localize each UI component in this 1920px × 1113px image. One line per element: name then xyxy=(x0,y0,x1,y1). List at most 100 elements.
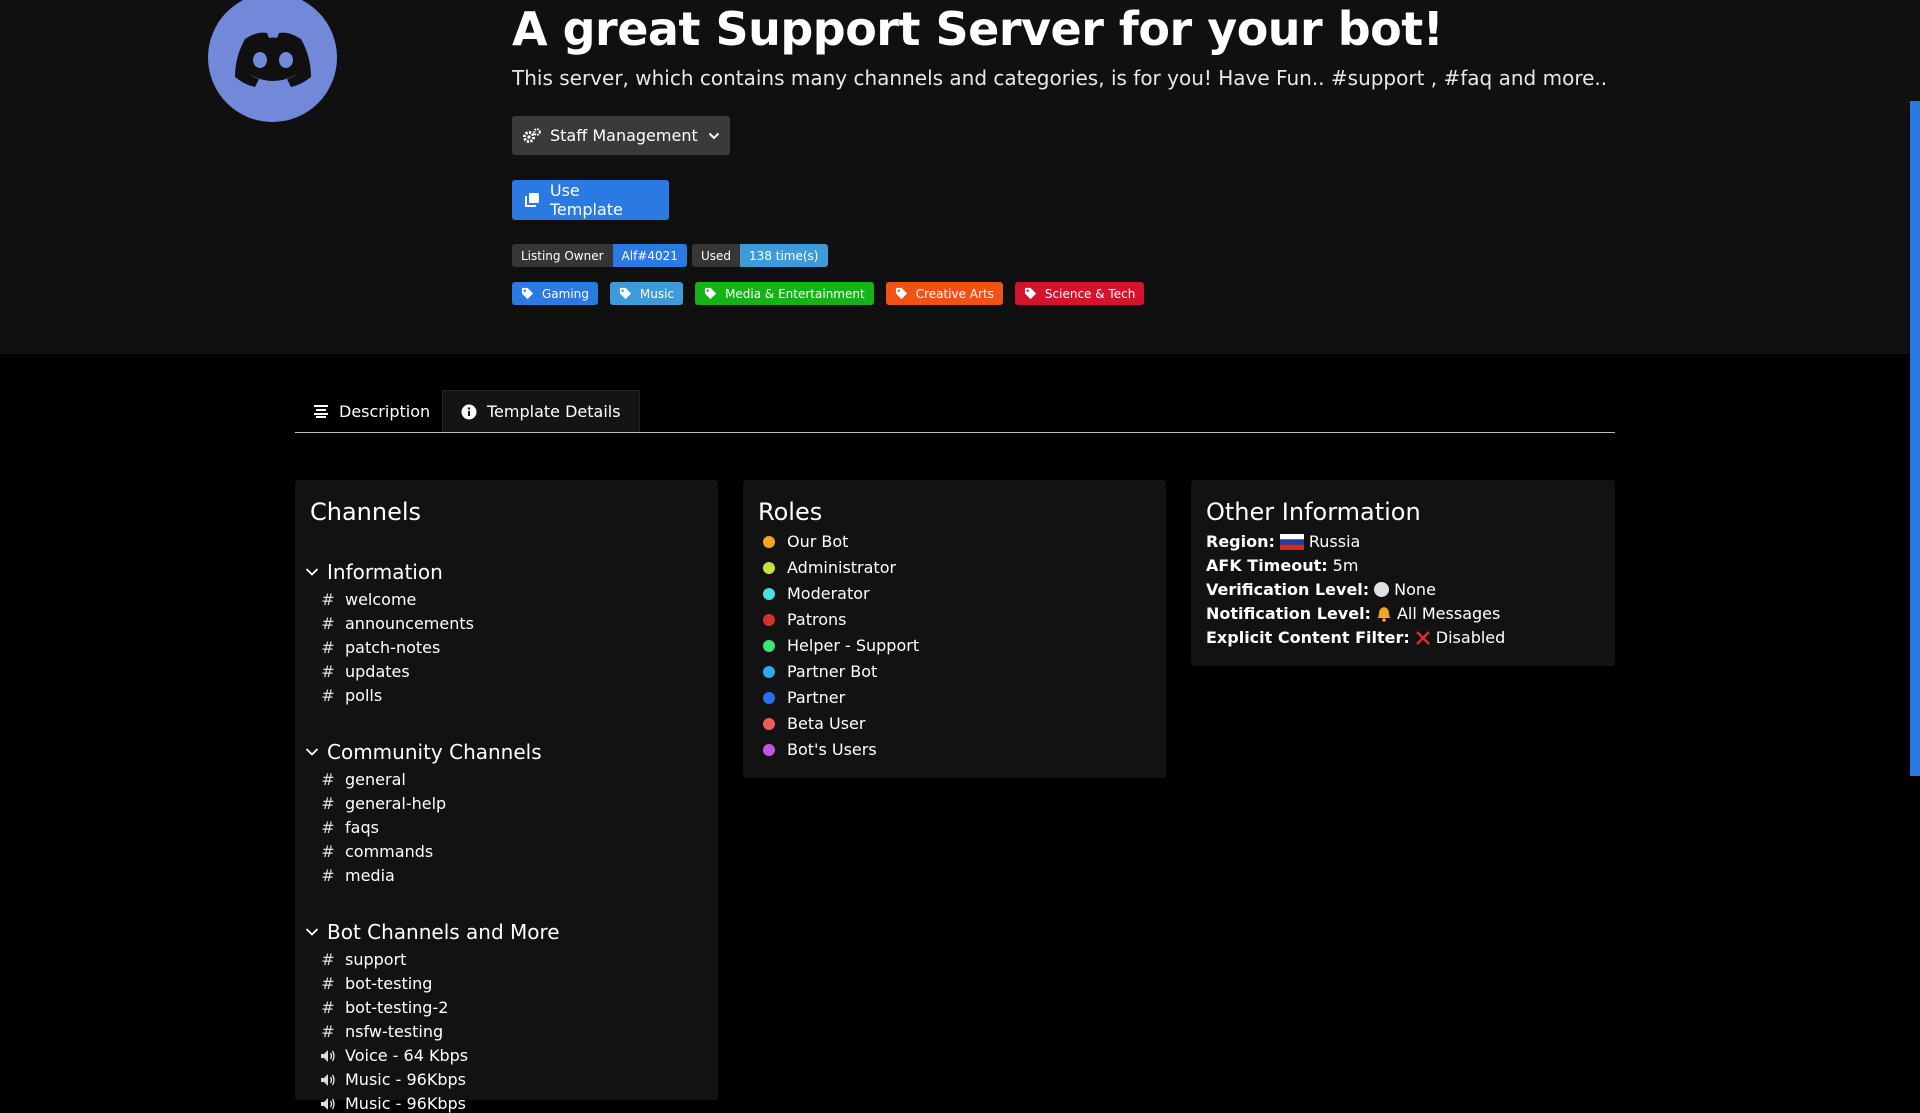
hash-icon: # xyxy=(321,974,335,993)
tab-template-details[interactable]: Template Details xyxy=(442,390,640,432)
use-template-label: Use Template xyxy=(549,181,623,219)
dropdown-label: Staff Management xyxy=(550,126,698,145)
listing-owner-badge: Listing Owner Alf#4021 xyxy=(512,244,687,267)
tab-bar: Description Template Details xyxy=(295,390,1615,433)
channel-name: commands xyxy=(345,842,434,861)
channel-name: Music - 96Kbps xyxy=(345,1070,466,1089)
channel-category[interactable]: Bot Channels and More xyxy=(305,920,560,944)
role-color-dot xyxy=(763,717,775,730)
role-name: Helper - Support xyxy=(787,636,920,655)
scrollbar-thumb[interactable] xyxy=(1910,101,1920,776)
channel-name: bot-testing xyxy=(345,974,433,993)
channel-name: welcome xyxy=(345,590,417,609)
tag-label: Gaming xyxy=(542,286,589,301)
cross-mark-icon xyxy=(1415,630,1430,645)
page-title: A great Support Server for your bot! xyxy=(512,2,1444,56)
roles-card: Roles Our Bot Administrator Moderator Patro… xyxy=(743,480,1166,778)
verification-row: Verification Level: None xyxy=(1206,580,1436,599)
channel-name: announcements xyxy=(345,614,474,633)
hero-section: A great Support Server for your bot! Thi… xyxy=(0,0,1920,354)
staff-management-dropdown[interactable]: Staff Management xyxy=(512,116,730,155)
channels-card: Channels Information # welcome # announcemen… xyxy=(295,480,718,1113)
tag-label: Music xyxy=(639,286,675,301)
used-count-badge: Used 138 time(s) xyxy=(692,244,828,267)
tag-badge[interactable]: Creative Arts xyxy=(885,282,1003,305)
tag-badge[interactable]: Gaming xyxy=(512,282,598,305)
channel-item: # patch-notes xyxy=(319,638,440,657)
channel-item: # updates xyxy=(319,662,410,681)
tag-badge[interactable]: Science & Tech xyxy=(1014,282,1145,305)
role-name: Beta User xyxy=(787,714,866,733)
content-filter-value: Disabled xyxy=(1435,628,1506,647)
tag-icon xyxy=(704,287,717,300)
tag-label: Creative Arts xyxy=(915,286,994,301)
channel-item: # welcome xyxy=(319,590,416,609)
tab-template-details-label: Template Details xyxy=(487,402,621,421)
role-name: Our Bot xyxy=(787,532,849,551)
channel-item: # faqs xyxy=(319,818,379,837)
tab-description-label: Description xyxy=(339,401,431,421)
tag-badge[interactable]: Media & Entertainment xyxy=(695,282,874,305)
used-value: 138 time(s) xyxy=(740,244,828,267)
verification-label: Verification Level: xyxy=(1206,580,1370,599)
role-color-dot xyxy=(763,665,775,678)
channel-item: # bot-testing-2 xyxy=(319,998,448,1017)
channel-item: # support xyxy=(319,950,406,969)
hash-icon: # xyxy=(321,662,335,681)
role-item: Moderator xyxy=(763,584,870,603)
used-key: Used xyxy=(692,244,741,267)
role-item: Bot's Users xyxy=(763,740,877,759)
afk-row: AFK Timeout: 5m xyxy=(1206,556,1358,575)
channel-item: # media xyxy=(319,866,395,885)
listing-owner-value[interactable]: Alf#4021 xyxy=(612,244,687,267)
channel-name: patch-notes xyxy=(345,638,441,657)
channel-name: polls xyxy=(345,686,383,705)
tag-icon xyxy=(619,287,631,300)
russia-flag-icon xyxy=(1279,533,1304,550)
tag-list: Gaming Music Media & Entertainment Creative… xyxy=(512,282,1145,305)
role-name: Patrons xyxy=(787,610,847,629)
cogs-icon xyxy=(523,127,541,143)
role-name: Bot's Users xyxy=(787,740,877,759)
role-item: Partner xyxy=(763,688,845,707)
speaker-icon xyxy=(319,1097,337,1111)
use-template-button[interactable]: Use Template xyxy=(512,180,669,220)
channel-name: bot-testing-2 xyxy=(345,998,449,1017)
hash-icon: # xyxy=(321,998,335,1017)
chevron-down-icon xyxy=(305,748,319,756)
info-circle-icon xyxy=(461,404,477,419)
role-item: Helper - Support xyxy=(763,636,919,655)
speaker-icon xyxy=(319,1049,337,1063)
tag-icon xyxy=(895,287,907,300)
align-left-icon xyxy=(314,405,328,418)
channel-category[interactable]: Information xyxy=(305,560,443,584)
channel-name: general-help xyxy=(345,794,447,813)
role-color-dot xyxy=(763,613,775,626)
tab-description[interactable]: Description xyxy=(295,390,448,432)
tag-label: Science & Tech xyxy=(1044,286,1136,301)
region-value: Russia xyxy=(1308,532,1361,551)
verification-value: None xyxy=(1394,580,1436,599)
channel-name: updates xyxy=(345,662,410,681)
channel-category[interactable]: Community Channels xyxy=(305,740,542,764)
category-name: Bot Channels and More xyxy=(327,920,560,944)
other-info-title: Other Information xyxy=(1206,498,1421,526)
tag-label: Media & Entertainment xyxy=(725,286,865,301)
channel-item: # nsfw-testing xyxy=(319,1022,443,1041)
chevron-down-icon xyxy=(305,568,319,576)
tag-icon xyxy=(521,287,534,300)
other-info-card: Other Information Region: Russia AFK Tim… xyxy=(1191,480,1615,666)
channel-item: # polls xyxy=(319,686,382,705)
category-name: Community Channels xyxy=(327,740,542,764)
role-item: Our Bot xyxy=(763,532,848,551)
region-label: Region: xyxy=(1206,532,1275,551)
role-name: Moderator xyxy=(787,584,870,603)
region-row: Region: Russia xyxy=(1206,532,1360,551)
role-color-dot xyxy=(763,587,775,600)
chevron-down-icon xyxy=(305,928,319,936)
notification-value: All Messages xyxy=(1396,604,1501,623)
channel-name: Music - 96Kbps xyxy=(345,1094,466,1113)
role-item: Administrator xyxy=(763,558,896,577)
hash-icon: # xyxy=(321,614,335,633)
tag-badge[interactable]: Music xyxy=(609,282,684,305)
